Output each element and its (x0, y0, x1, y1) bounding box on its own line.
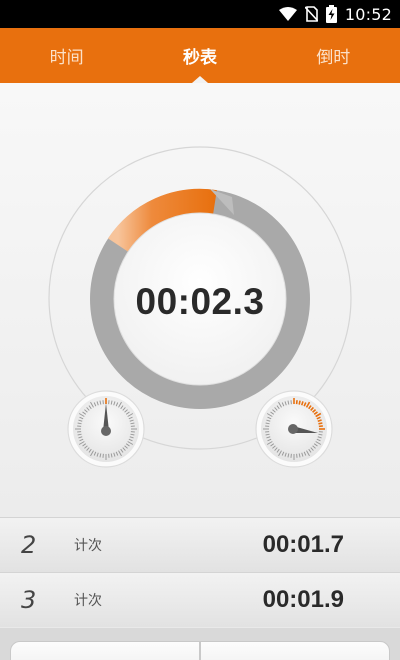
bottom-action-bar: 继续 重置 (0, 628, 400, 660)
lap-time: 00:01.9 (262, 586, 344, 613)
lap-label: 计次 (74, 538, 102, 554)
tab-stopwatch[interactable]: 秒表 (133, 28, 266, 83)
lap-row: 2 计次 00:01.7 (0, 517, 400, 572)
battery-charging-icon (325, 5, 337, 23)
tab-clock[interactable]: 时间 (0, 28, 133, 83)
lap-label: 计次 (74, 593, 102, 609)
resume-button[interactable]: 继续 (10, 641, 200, 660)
lap-index: 2 (21, 531, 37, 559)
tab-bar: 时间 秒表 倒时 (0, 28, 400, 83)
tab-stopwatch-label: 秒表 (182, 48, 217, 68)
tab-timer[interactable]: 倒时 (267, 28, 400, 83)
sub-dial-tick (298, 400, 301, 405)
lap-time: 00:01.7 (262, 531, 344, 558)
status-time: 10:52 (344, 4, 392, 24)
reset-button[interactable]: 重置 (200, 641, 390, 660)
stopwatch-panel: 00:02.3 (0, 83, 400, 517)
active-tab-indicator (191, 76, 208, 83)
lap-list: 2 计次 00:01.7 3 计次 00:01.9 (0, 517, 400, 627)
lap-index: 3 (21, 586, 37, 614)
wifi-icon (278, 7, 297, 21)
right-sub-dial (255, 390, 333, 468)
status-bar: 10:52 (0, 0, 400, 28)
left-sub-dial (67, 390, 145, 468)
elapsed-time: 00:02.3 (135, 281, 265, 322)
no-sim-icon (304, 6, 318, 22)
lap-row: 3 计次 00:01.9 (0, 572, 400, 627)
sub-dial-tick (318, 422, 323, 425)
